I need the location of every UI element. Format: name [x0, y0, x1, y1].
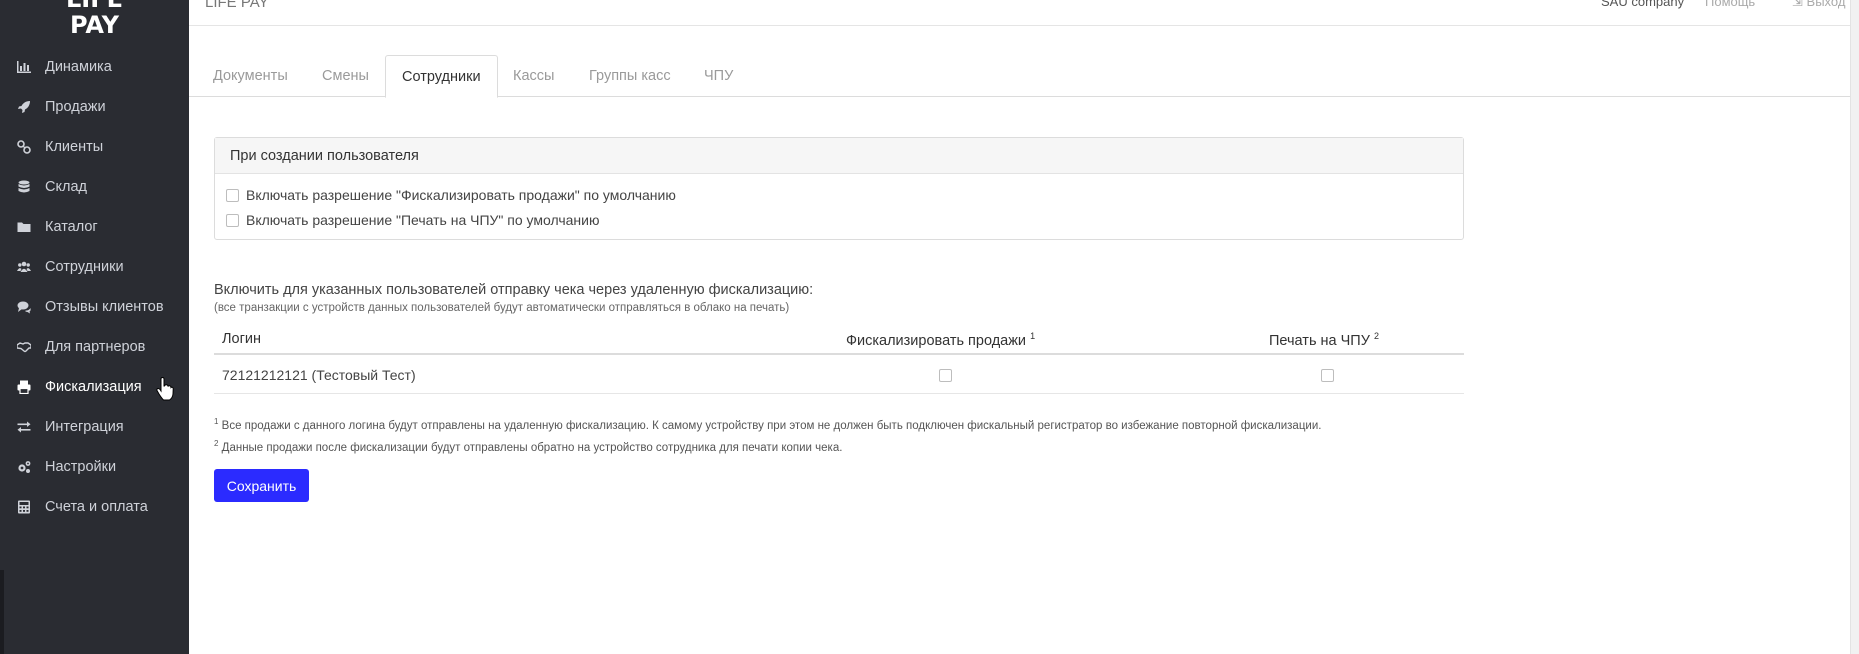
- section-title: Включить для указанных пользователей отп…: [214, 282, 814, 298]
- section-subtitle: (все транзакции с устройств данных польз…: [214, 302, 790, 314]
- tab-cpu[interactable]: ЧПУ: [704, 55, 733, 97]
- option-label: Включать разрешение "Фискализировать про…: [246, 187, 676, 203]
- sidebar-item-integration[interactable]: Интеграция: [0, 407, 189, 447]
- footnote-ref-1: 1: [1030, 331, 1036, 341]
- sidebar-item-reviews[interactable]: Отзывы клиентов: [0, 287, 189, 327]
- user-creation-panel: При создании пользователя Включать разре…: [214, 137, 1464, 240]
- tab-bar: Документы Смены Сотрудники Кассы Группы …: [189, 55, 1850, 98]
- column-fiscalize-label: Фискализировать продажи: [846, 332, 1027, 349]
- sidebar-item-label: Настройки: [45, 459, 117, 475]
- footnote-ref-2: 2: [1373, 331, 1379, 341]
- footnote-text: Все продажи с данного логина будут отпра…: [221, 419, 1322, 432]
- handshake-icon: [17, 340, 31, 354]
- option-fiscalize-default[interactable]: Включать разрешение "Фискализировать про…: [226, 185, 676, 205]
- save-button[interactable]: Сохранить: [214, 469, 309, 502]
- sidebar-item-label: Для партнеров: [45, 339, 146, 355]
- sidebar-item-catalog[interactable]: Каталог: [0, 207, 189, 247]
- logo-line-2: PAY: [69, 11, 120, 39]
- link-icon: [17, 140, 31, 154]
- sidebar-item-dynamics[interactable]: Динамика: [0, 47, 189, 87]
- folder-icon: [17, 220, 31, 234]
- users-icon: [17, 260, 31, 274]
- sidebar-nav: Динамика Продажи Клиенты Склад Каталог С…: [0, 47, 189, 527]
- column-fiscalize: Фискализировать продажи 1: [846, 331, 1035, 349]
- sidebar-item-label: Продажи: [45, 99, 106, 115]
- hand-cursor-icon: [156, 377, 174, 401]
- sidebar-item-label: Фискализация: [45, 379, 142, 395]
- table-header: Логин Фискализировать продажи 1 Печать н…: [214, 322, 1464, 355]
- footnote-number: 1: [214, 417, 219, 426]
- column-print-label: Печать на ЧПУ: [1269, 332, 1370, 349]
- column-login: Логин: [222, 331, 261, 347]
- cogs-icon: [17, 460, 31, 474]
- tab-register-groups[interactable]: Группы касс: [589, 55, 671, 97]
- fiscalize-checkbox[interactable]: [939, 369, 952, 382]
- brand-text: LIFE PAY: [205, 0, 269, 11]
- tab-cash-registers[interactable]: Кассы: [513, 55, 554, 97]
- sidebar-edge: [0, 570, 4, 654]
- sidebar-item-sales[interactable]: Продажи: [0, 87, 189, 127]
- sidebar-item-label: Склад: [45, 179, 87, 195]
- tab-documents[interactable]: Документы: [213, 55, 288, 97]
- footnote-number: 2: [214, 438, 219, 448]
- tab-shifts[interactable]: Смены: [322, 55, 369, 97]
- logout-link[interactable]: ⇲ Выход: [1792, 0, 1845, 10]
- sidebar-item-label: Каталог: [45, 219, 98, 235]
- sidebar-item-clients[interactable]: Клиенты: [0, 127, 189, 167]
- footnotes: 1 Все продажи с данного логина будут отп…: [214, 413, 1321, 457]
- print-checkbox[interactable]: [1321, 369, 1334, 382]
- login-cell: 72121212121 (Тестовый Тест): [222, 367, 416, 383]
- sidebar-item-partners[interactable]: Для партнеров: [0, 327, 189, 367]
- print-icon: [17, 380, 31, 394]
- option-label: Включать разрешение "Печать на ЧПУ" по у…: [246, 212, 600, 228]
- sign-out-icon: ⇲: [1792, 0, 1803, 9]
- footnote-2: 2 Данные продажи после фискализации буду…: [214, 435, 1321, 457]
- panel-title: При создании пользователя: [215, 138, 1463, 174]
- footnote-1: 1 Все продажи с данного логина будут отп…: [214, 413, 1321, 435]
- sidebar-item-label: Динамика: [45, 59, 112, 75]
- sidebar-item-label: Клиенты: [45, 139, 104, 155]
- logout-label: Выход: [1806, 0, 1846, 9]
- bar-chart-icon: [17, 60, 31, 74]
- column-print: Печать на ЧПУ 2: [1269, 331, 1379, 349]
- company-name[interactable]: SAU company: [1601, 0, 1684, 9]
- footnote-text: Данные продажи после фискализации будут …: [221, 441, 843, 454]
- help-link[interactable]: Помощь: [1705, 0, 1755, 9]
- top-bar: LIFE PAY SAU company Помощь ⇲ Выход: [189, 0, 1859, 26]
- sidebar-item-employees[interactable]: Сотрудники: [0, 247, 189, 287]
- exchange-icon: [17, 420, 31, 434]
- checkbox[interactable]: [226, 188, 239, 202]
- sidebar-item-settings[interactable]: Настройки: [0, 447, 189, 487]
- sidebar-item-label: Отзывы клиентов: [45, 299, 164, 315]
- scrollbar[interactable]: [1850, 0, 1859, 654]
- comments-icon: [17, 300, 31, 314]
- sidebar-item-warehouse[interactable]: Склад: [0, 167, 189, 207]
- table-row: 72121212121 (Тестовый Тест): [214, 357, 1464, 394]
- sidebar-item-label: Сотрудники: [45, 259, 124, 275]
- calculator-icon: [17, 500, 31, 514]
- rocket-icon: [17, 100, 31, 114]
- tab-employees[interactable]: Сотрудники: [385, 55, 498, 98]
- option-print-default[interactable]: Включать разрешение "Печать на ЧПУ" по у…: [226, 210, 599, 230]
- checkbox[interactable]: [226, 213, 239, 227]
- database-icon: [17, 180, 31, 194]
- sidebar-item-label: Интеграция: [45, 419, 124, 435]
- sidebar: LIFE PAY Динамика Продажи Клиенты Склад …: [0, 0, 189, 654]
- sidebar-item-label: Счета и оплата: [45, 499, 148, 515]
- sidebar-item-billing[interactable]: Счета и оплата: [0, 487, 189, 527]
